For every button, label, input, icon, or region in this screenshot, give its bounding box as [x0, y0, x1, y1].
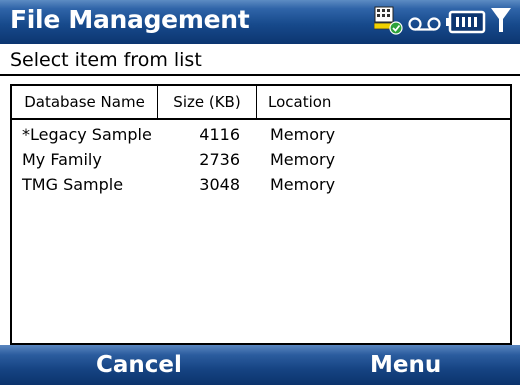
- title-bar: File Management: [0, 0, 520, 44]
- location-cell: Memory: [270, 125, 336, 144]
- signal-icon: [490, 6, 512, 36]
- softkey-bar: Cancel Menu: [0, 345, 520, 385]
- column-header-location[interactable]: Location: [268, 86, 388, 118]
- database-list[interactable]: Database Name Size (KB) Location *Legacy…: [10, 84, 512, 345]
- column-header-label: Database Name: [24, 93, 145, 111]
- network-sync-icon: [373, 6, 404, 36]
- column-header-database-name[interactable]: Database Name: [12, 86, 158, 118]
- list-rows: *Legacy Sample 4116 Memory My Family 273…: [12, 122, 510, 197]
- location-cell: Memory: [270, 150, 336, 169]
- list-item[interactable]: My Family 2736 Memory: [12, 147, 510, 172]
- database-name-cell: My Family: [22, 150, 102, 169]
- status-icons: [370, 4, 520, 40]
- cancel-softkey[interactable]: Cancel: [96, 349, 182, 381]
- prompt-text: Select item from list: [10, 49, 202, 71]
- menu-softkey[interactable]: Menu: [370, 349, 441, 381]
- app-title: File Management: [10, 5, 250, 34]
- list-item[interactable]: TMG Sample 3048 Memory: [12, 172, 510, 197]
- list-header: Database Name Size (KB) Location: [12, 86, 510, 120]
- battery-icon: [446, 10, 486, 34]
- size-cell: 2736: [199, 150, 240, 169]
- list-item[interactable]: *Legacy Sample 4116 Memory: [12, 122, 510, 147]
- location-cell: Memory: [270, 175, 336, 194]
- column-header-label: Location: [268, 93, 332, 111]
- prompt-bar: Select item from list: [0, 44, 520, 76]
- database-name-cell: *Legacy Sample: [22, 125, 152, 144]
- column-header-label: Size (KB): [173, 93, 241, 111]
- column-header-size[interactable]: Size (KB): [158, 86, 257, 118]
- size-cell: 3048: [199, 175, 240, 194]
- database-name-cell: TMG Sample: [22, 175, 124, 194]
- voicemail-icon: [408, 14, 442, 32]
- size-cell: 4116: [199, 125, 240, 144]
